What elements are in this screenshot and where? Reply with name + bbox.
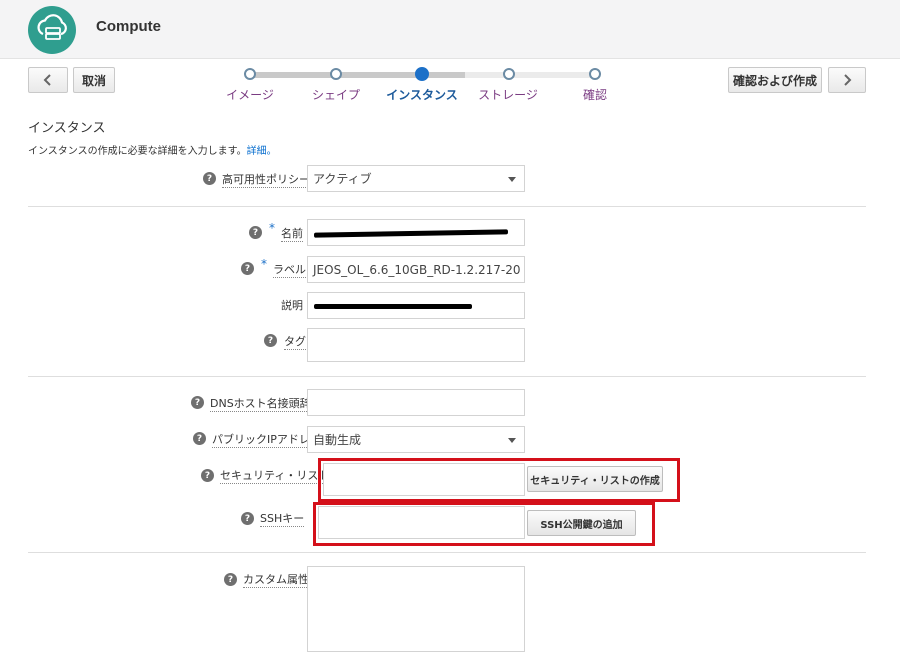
ssh-key-label: SSHキー xyxy=(260,512,305,527)
create-security-list-button[interactable]: セキュリティ・リストの作成 xyxy=(527,466,663,492)
train-stop-review[interactable] xyxy=(589,68,601,80)
help-icon[interactable]: ? xyxy=(241,512,254,525)
train-stop-storage[interactable] xyxy=(503,68,515,80)
compute-logo xyxy=(28,6,76,54)
help-icon[interactable]: ? xyxy=(249,226,262,239)
label-input[interactable]: JEOS_OL_6.6_10GB_RD-1.2.217-20 xyxy=(307,256,525,283)
ha-policy-select[interactable]: アクティブ xyxy=(307,165,525,192)
details-link[interactable]: 詳細。 xyxy=(247,146,277,157)
help-icon[interactable]: ? xyxy=(191,396,204,409)
label-field-label: ラベル xyxy=(273,263,306,278)
name-label: 名前 xyxy=(281,227,303,242)
redaction-mark xyxy=(313,229,509,238)
back-button[interactable] xyxy=(28,67,68,93)
train-label-review[interactable]: 確認 xyxy=(583,86,607,103)
help-icon[interactable]: ? xyxy=(201,469,214,482)
public-ip-value: 自動生成 xyxy=(313,433,362,447)
redaction-mark xyxy=(314,304,472,309)
train-stop-image[interactable] xyxy=(244,68,256,80)
train-progress-done xyxy=(250,72,465,78)
add-ssh-key-button[interactable]: SSH公開鍵の追加 xyxy=(527,510,636,536)
next-button[interactable] xyxy=(828,67,866,93)
cancel-button[interactable]: 取消 xyxy=(73,67,115,93)
train-stop-shape[interactable] xyxy=(330,68,342,80)
train-stop-instance[interactable] xyxy=(415,67,429,81)
label-value: JEOS_OL_6.6_10GB_RD-1.2.217-20 xyxy=(313,262,521,277)
security-list-input[interactable] xyxy=(323,463,525,496)
ha-policy-value: アクティブ xyxy=(313,172,372,186)
name-input[interactable] xyxy=(307,219,525,246)
help-icon[interactable]: ? xyxy=(241,262,254,275)
divider xyxy=(28,376,866,377)
section-description-text: インスタンスの作成に必要な詳細を入力します。 xyxy=(28,146,247,157)
help-icon[interactable]: ? xyxy=(264,334,277,347)
train-label-instance[interactable]: インスタンス xyxy=(386,86,458,103)
section-description: インスタンスの作成に必要な詳細を入力します。詳細。 xyxy=(28,142,277,157)
help-icon[interactable]: ? xyxy=(203,172,216,185)
app-title: Compute xyxy=(96,18,161,35)
description-input[interactable] xyxy=(307,292,525,319)
description-label: 説明 xyxy=(281,299,303,312)
tags-input[interactable] xyxy=(307,328,525,362)
section-title: インスタンス xyxy=(28,121,106,136)
ha-policy-label: 高可用性ポリシー xyxy=(222,173,310,188)
help-icon[interactable]: ? xyxy=(193,432,206,445)
chevron-left-icon xyxy=(43,74,51,86)
divider xyxy=(28,552,866,553)
review-create-button[interactable]: 確認および作成 xyxy=(728,67,822,93)
train-label-image[interactable]: イメージ xyxy=(226,86,274,103)
security-list-label: セキュリティ・リスト xyxy=(220,469,330,484)
divider xyxy=(28,206,866,207)
custom-attributes-label: カスタム属性 xyxy=(243,573,309,588)
train-progress-remaining xyxy=(465,72,595,78)
required-marker: * xyxy=(269,221,275,235)
help-icon[interactable]: ? xyxy=(224,573,237,586)
custom-attributes-textarea[interactable] xyxy=(307,566,525,652)
dns-hostname-label: DNSホスト名接頭辞 xyxy=(210,397,311,412)
public-ip-select[interactable]: 自動生成 xyxy=(307,426,525,453)
public-ip-label: パブリックIPアドレス xyxy=(212,433,321,448)
ssh-key-input[interactable] xyxy=(318,506,525,539)
required-marker: * xyxy=(261,257,267,271)
tags-label: タグ xyxy=(284,335,306,350)
train-label-shape[interactable]: シェイプ xyxy=(312,86,360,103)
train-label-storage[interactable]: ストレージ xyxy=(478,86,538,103)
dns-hostname-input[interactable] xyxy=(307,389,525,416)
cloud-server-icon xyxy=(37,14,67,40)
chevron-right-icon xyxy=(844,74,852,86)
